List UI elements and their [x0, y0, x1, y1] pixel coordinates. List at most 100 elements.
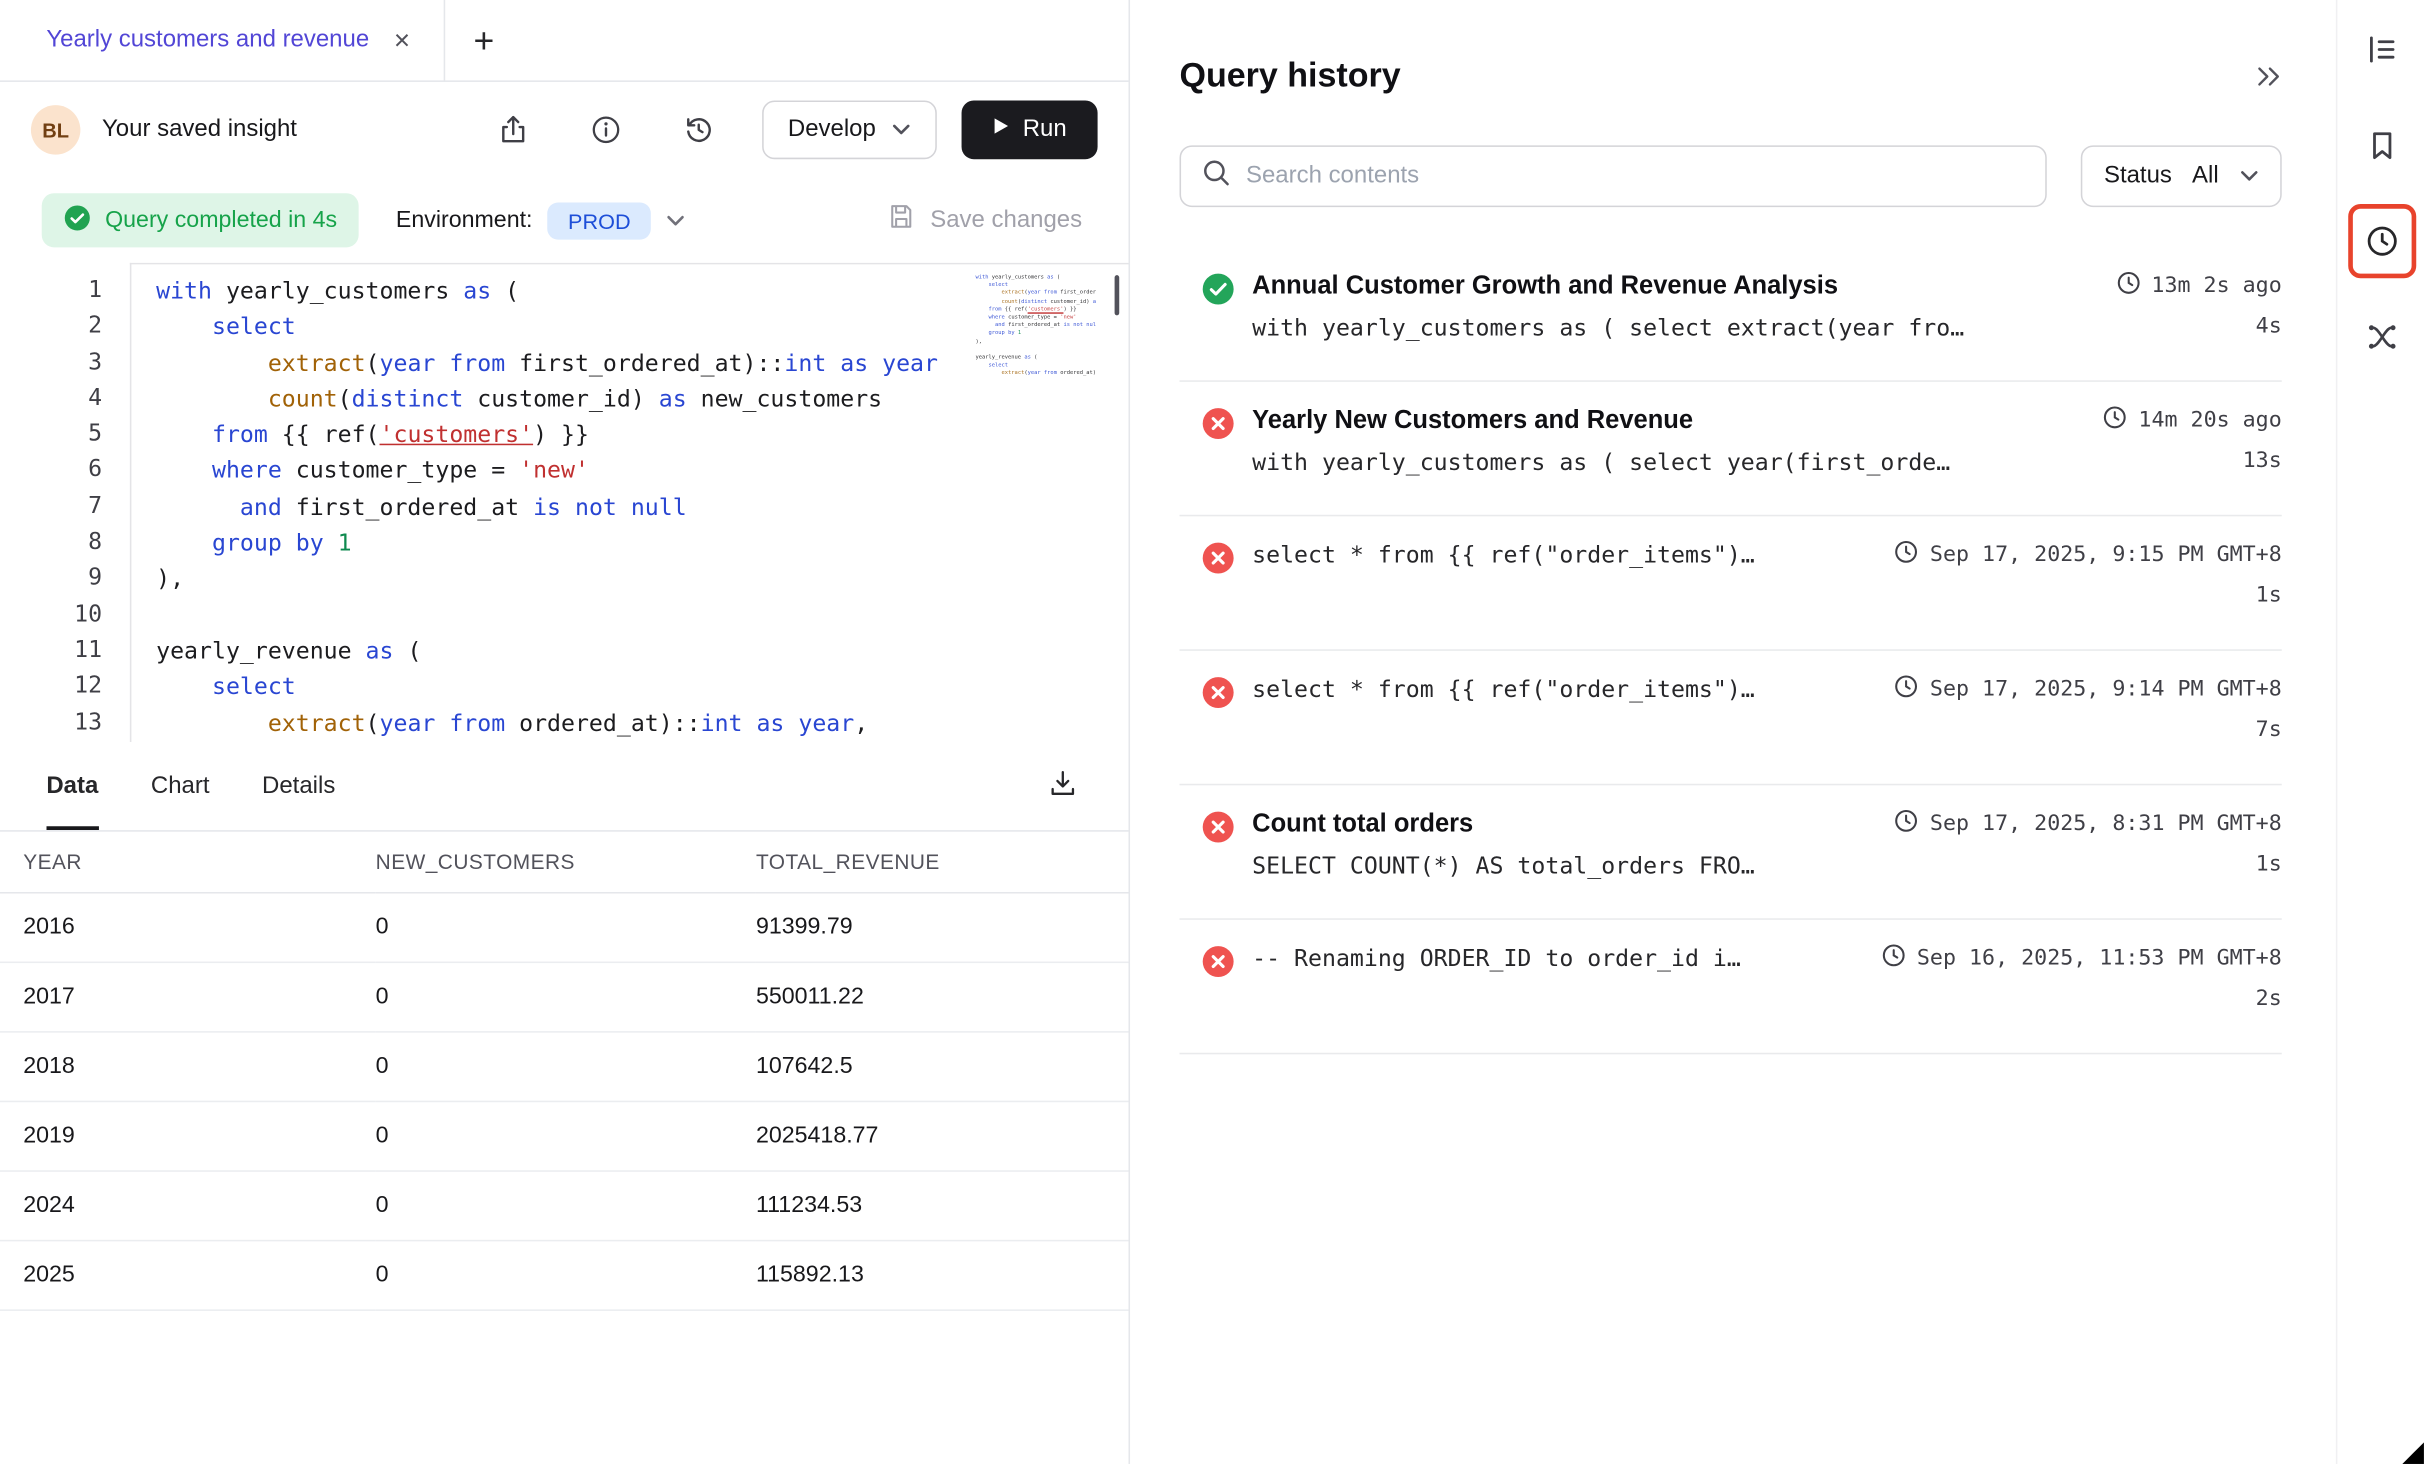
code-line — [156, 598, 1128, 634]
history-item-status — [1201, 405, 1235, 515]
editor-status-bar: Query completed in 4s Environment: PROD … — [0, 178, 1129, 263]
clock-icon — [1894, 809, 1919, 840]
outline-list-icon[interactable] — [2364, 31, 2401, 68]
code-line: count(distinct customer_id) as new_custo… — [975, 298, 1096, 306]
history-item-duration: 7s — [2228, 717, 2282, 742]
run-button[interactable]: Run — [961, 100, 1098, 159]
collapse-icon[interactable] — [2255, 64, 2281, 87]
history-item[interactable]: Count total orders Sep 17, 2025, 8:31 PM… — [1180, 785, 2282, 919]
code-line: and first_ordered_at is not null — [975, 322, 1096, 330]
clock-icon — [2116, 271, 2141, 302]
history-item-status — [1201, 674, 1235, 784]
results-table-body: 2016091399.7920170550011.2220180107642.5… — [0, 892, 1129, 1309]
code-line: yearly_revenue as ( — [975, 354, 1096, 362]
table-row: 20170550011.22 — [0, 962, 1129, 1032]
side-icon-rail — [2336, 0, 2424, 1464]
query-history-panel: Query history Status All Annual Custo — [1130, 0, 2336, 1464]
error-circle-icon — [1201, 420, 1235, 446]
info-icon[interactable] — [589, 113, 623, 147]
code-line: ), — [975, 338, 1096, 346]
editor-gutter: 12345678910111213 — [0, 263, 130, 742]
lineage-icon[interactable] — [2364, 318, 2401, 355]
table-cell: 0 — [376, 1101, 756, 1171]
history-item[interactable]: select * from {{ ref("order_items")… Sep… — [1180, 651, 2282, 785]
tab-details[interactable]: Details — [262, 742, 335, 830]
code-line: with yearly_customers as ( — [975, 274, 1096, 282]
table-cell: 0 — [376, 1240, 756, 1310]
bookmark-icon[interactable] — [2364, 127, 2401, 164]
table-cell: 2017 — [0, 962, 376, 1032]
history-item-duration: 13s — [2215, 448, 2282, 476]
environment-label: Environment: — [396, 207, 533, 233]
run-label: Run — [1023, 116, 1067, 144]
line-number: 8 — [0, 524, 102, 560]
search-input[interactable] — [1246, 162, 2025, 190]
code-line: and first_ordered_at is not null — [156, 490, 1128, 526]
close-icon[interactable]: × — [394, 26, 410, 54]
code-line — [975, 346, 1096, 354]
history-item-status — [1201, 540, 1235, 650]
history-controls: Status All — [1180, 145, 2336, 207]
table-row: 20250115892.13 — [0, 1240, 1129, 1310]
download-icon[interactable] — [1047, 767, 1079, 804]
insight-header: BL Your saved insight Develop Run — [0, 82, 1129, 178]
table-cell: 2018 — [0, 1031, 376, 1101]
history-item[interactable]: Annual Customer Growth and Revenue Analy… — [1180, 247, 2282, 381]
check-circle-icon — [63, 203, 91, 237]
line-number: 1 — [0, 272, 102, 308]
history-item-duration: 2s — [2228, 986, 2282, 1011]
table-cell: 0 — [376, 1170, 756, 1240]
save-changes-button[interactable]: Save changes — [885, 201, 1082, 240]
table-cell: 111234.53 — [756, 1170, 1129, 1240]
clock-icon — [1894, 540, 1919, 571]
sql-editor[interactable]: 12345678910111213 with yearly_customers … — [0, 263, 1129, 742]
table-row: 201902025418.77 — [0, 1101, 1129, 1171]
search-box[interactable] — [1180, 145, 2047, 207]
code-line: yearly_revenue as ( — [156, 634, 1128, 670]
table-cell: 2016 — [0, 892, 376, 962]
column-header-total-revenue: TOTAL_REVENUE — [756, 832, 1129, 892]
share-icon[interactable] — [496, 113, 530, 147]
column-header-year: YEAR — [0, 832, 376, 892]
history-item-status — [1201, 271, 1235, 381]
tab-yearly-customers-and-revenue[interactable]: Yearly customers and revenue × — [0, 0, 444, 80]
history-item-time: Sep 17, 2025, 8:31 PM GMT+8 — [1930, 812, 2282, 837]
history-item[interactable]: select * from {{ ref("order_items")… Sep… — [1180, 516, 2282, 650]
chevron-down-icon — [891, 116, 910, 144]
query-status-pill: Query completed in 4s — [42, 193, 359, 247]
code-line: select — [975, 362, 1096, 370]
code-line: extract(year from ordered_at)::int as ye… — [156, 706, 1128, 742]
table-cell: 550011.22 — [756, 962, 1129, 1032]
clock-icon — [1894, 674, 1919, 705]
history-item[interactable]: Yearly New Customers and Revenue 14m 20s… — [1180, 382, 2282, 516]
code-line: where customer_type = 'new' — [156, 454, 1128, 490]
develop-dropdown[interactable]: Develop — [762, 100, 936, 159]
editor-scrollbar[interactable] — [1115, 275, 1120, 315]
history-item-time: Sep 17, 2025, 9:14 PM GMT+8 — [1930, 677, 2282, 702]
tab-data[interactable]: Data — [46, 742, 98, 830]
history-item-time: 14m 20s ago — [2138, 408, 2281, 433]
chevron-down-icon — [666, 207, 685, 233]
clock-icon — [2103, 405, 2128, 436]
success-circle-icon — [1201, 286, 1235, 312]
history-item[interactable]: -- Renaming ORDER_ID to order_id i… Sep … — [1180, 920, 2282, 1054]
line-number: 9 — [0, 560, 102, 596]
error-circle-icon — [1201, 689, 1235, 715]
editor-panel: Yearly customers and revenue × + BL Your… — [0, 0, 1130, 1464]
history-item-query: SELECT COUNT(*) AS total_orders FRO… — [1252, 852, 1755, 880]
history-item-duration: 1s — [2228, 583, 2282, 608]
code-line: where customer_type = 'new' — [975, 314, 1096, 322]
editor-minimap[interactable]: with yearly_customers as ( select extrac… — [975, 274, 1096, 378]
plus-icon: + — [474, 19, 495, 59]
new-tab-button[interactable]: + — [446, 22, 495, 58]
tab-bar: Yearly customers and revenue × + — [0, 0, 1129, 82]
history-icon[interactable] — [681, 113, 715, 147]
history-clock-icon[interactable] — [2364, 223, 2401, 260]
status-filter-dropdown[interactable]: Status All — [2081, 145, 2282, 207]
history-header: Query history — [1180, 56, 2336, 96]
tab-chart[interactable]: Chart — [151, 742, 210, 830]
saved-insight-label: Your saved insight — [102, 116, 297, 144]
tab-title: Yearly customers and revenue — [46, 26, 369, 54]
environment-selector[interactable]: Environment: PROD — [396, 202, 685, 239]
history-item-duration: 1s — [2228, 852, 2282, 880]
